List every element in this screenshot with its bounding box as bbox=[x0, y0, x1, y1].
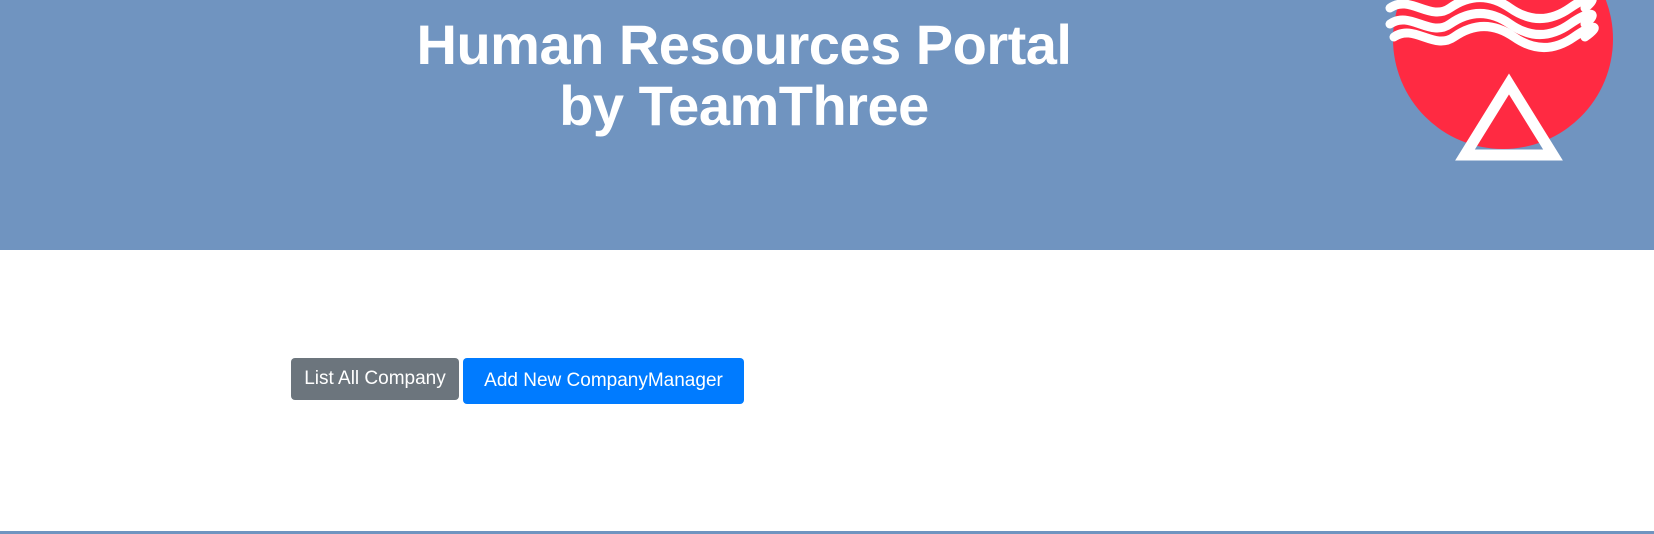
add-new-company-manager-button[interactable]: Add New CompanyManager bbox=[463, 358, 744, 404]
waves-circle-triangle-logo-icon bbox=[1385, 0, 1613, 161]
list-all-company-button[interactable]: List All Company bbox=[291, 358, 459, 400]
page-title: Human Resources Portal by TeamThree bbox=[343, 14, 1145, 136]
page-header: Human Resources Portal by TeamThree bbox=[0, 0, 1654, 250]
page-title-line-1: Human Resources Portal bbox=[416, 13, 1072, 76]
page-title-line-2: by TeamThree bbox=[559, 74, 929, 137]
